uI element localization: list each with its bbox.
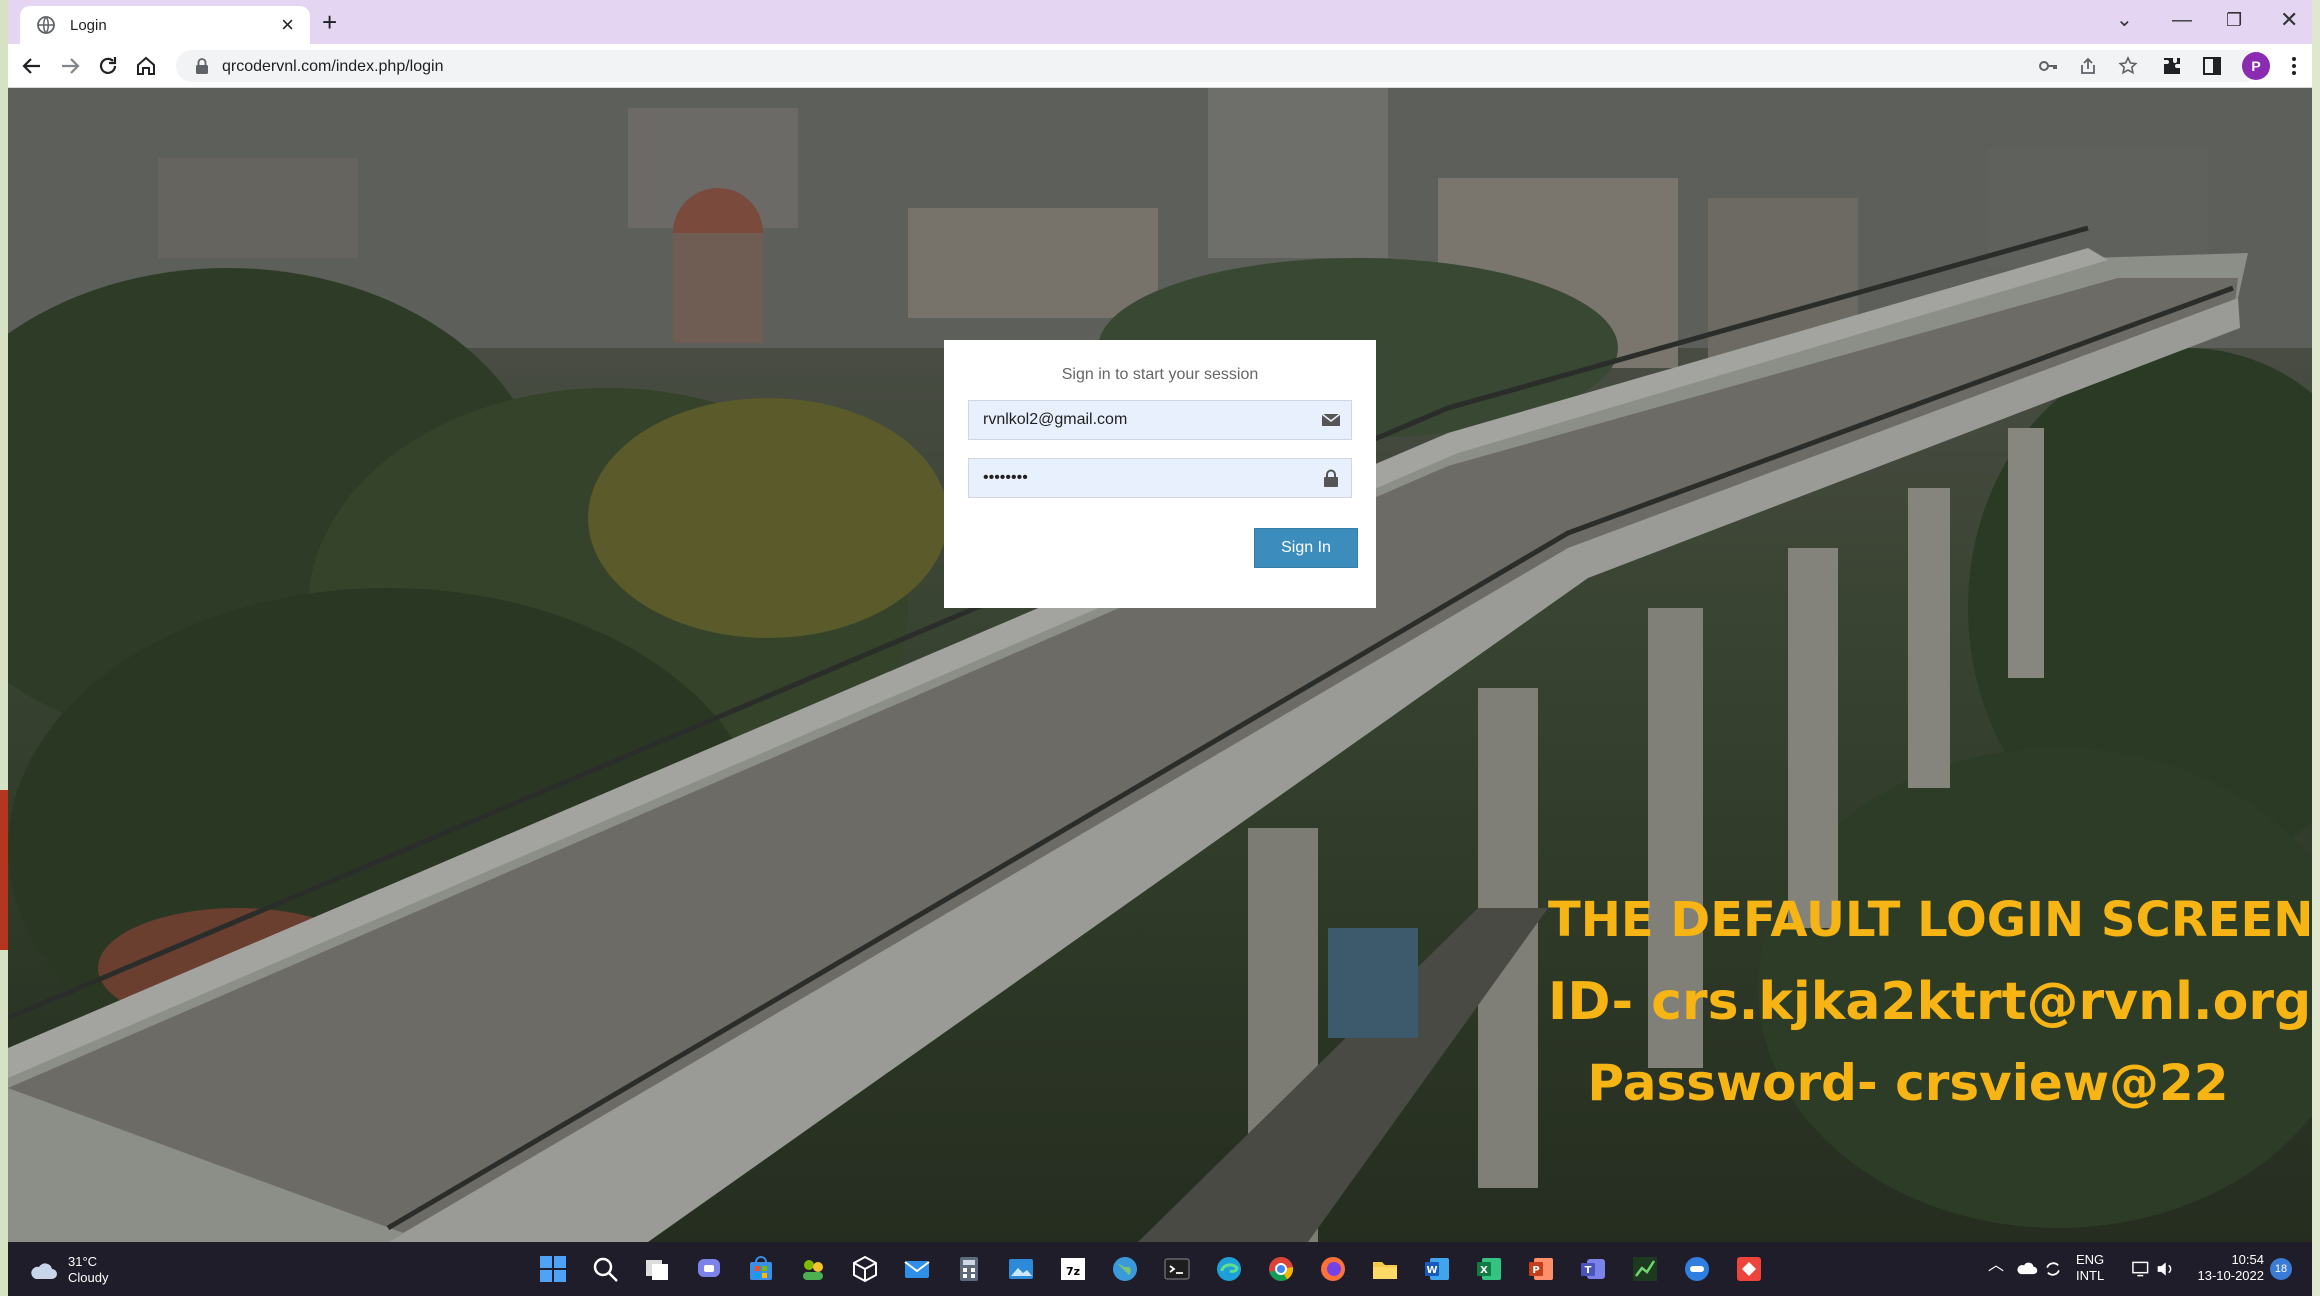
edge-browser-icon[interactable] xyxy=(1214,1254,1244,1284)
windows-taskbar: 31°C Cloudy 7z W X P T ︿ ENG INTL 10:54 … xyxy=(8,1242,2312,1296)
lock-icon xyxy=(1324,469,1338,487)
page-viewport: Sign in to start your session Sign In TH… xyxy=(8,88,2312,1242)
sync-icon[interactable] xyxy=(2042,1258,2064,1280)
weather-widget[interactable]: 31°C Cloudy xyxy=(28,1254,108,1286)
onedrive-cloud-icon[interactable] xyxy=(2016,1258,2038,1280)
side-panel-icon[interactable] xyxy=(2200,54,2224,78)
restore-button[interactable]: ❐ xyxy=(2226,8,2242,32)
powerpoint-icon[interactable]: P xyxy=(1526,1254,1556,1284)
word-icon[interactable]: W xyxy=(1422,1254,1452,1284)
show-hidden-icons-chevron-icon[interactable]: ︿ xyxy=(1988,1258,2004,1274)
cloud-icon xyxy=(31,1263,57,1279)
new-tab-button[interactable]: + xyxy=(322,9,337,35)
slide-edge-accent xyxy=(0,790,8,950)
slide-edge-left xyxy=(0,0,8,1296)
caption-line-title: THE DEFAULT LOGIN SCREEN xyxy=(1548,892,2312,948)
kebab-menu-icon[interactable] xyxy=(2282,54,2306,78)
bookmark-star-icon[interactable] xyxy=(2118,56,2138,76)
tab-close-icon[interactable]: × xyxy=(281,14,294,36)
excel-icon[interactable]: X xyxy=(1474,1254,1504,1284)
minimize-button[interactable]: — xyxy=(2172,8,2192,32)
file-explorer-icon[interactable] xyxy=(1370,1254,1400,1284)
app-people-icon[interactable] xyxy=(798,1254,828,1284)
mail-icon[interactable] xyxy=(902,1254,932,1284)
notification-badge[interactable]: 18 xyxy=(2270,1258,2292,1280)
language-indicator[interactable]: ENG INTL xyxy=(2076,1252,2104,1284)
windows-start-icon[interactable] xyxy=(538,1254,568,1284)
search-icon[interactable] xyxy=(590,1254,620,1284)
login-box-message: Sign in to start your session xyxy=(1061,366,1259,383)
share-icon[interactable] xyxy=(2078,56,2098,76)
network-display-icon[interactable] xyxy=(2130,1258,2152,1280)
weather-condition: Cloudy xyxy=(68,1270,109,1285)
svg-text:X: X xyxy=(1480,1265,1488,1276)
extensions-puzzle-icon[interactable] xyxy=(2160,54,2184,78)
teams-icon[interactable]: T xyxy=(1578,1254,1608,1284)
browser-tabstrip: Login × + ⌄ — ❐ ✕ xyxy=(8,0,2312,44)
app-cube-icon[interactable] xyxy=(850,1254,880,1284)
login-box: Sign in to start your session Sign In xyxy=(944,340,1376,608)
email-field[interactable] xyxy=(968,400,1352,440)
svg-text:T: T xyxy=(1585,1265,1592,1276)
weather-temperature: 31°C xyxy=(68,1254,98,1269)
microsoft-store-icon[interactable] xyxy=(746,1254,776,1284)
clock[interactable]: 10:54 13-10-2022 xyxy=(2188,1252,2265,1284)
calculator-icon[interactable] xyxy=(954,1254,984,1284)
address-bar[interactable]: qrcodervnl.com/index.php/login xyxy=(176,50,2260,82)
teams-chat-icon[interactable] xyxy=(694,1254,724,1284)
tab-title: Login xyxy=(70,16,107,34)
maps-globe-icon[interactable] xyxy=(1110,1254,1140,1284)
globe-icon xyxy=(37,16,55,34)
envelope-icon xyxy=(1321,413,1341,426)
task-view-icon[interactable] xyxy=(642,1254,672,1284)
tab-search-chevron-icon[interactable]: ⌄ xyxy=(2116,8,2133,32)
password-field[interactable] xyxy=(968,458,1352,498)
back-arrow-icon[interactable] xyxy=(20,54,44,78)
anydesk-icon[interactable] xyxy=(1734,1254,1764,1284)
svg-text:W: W xyxy=(1426,1265,1437,1276)
keyboard-layout: INTL xyxy=(2076,1268,2105,1283)
slide-edge-right xyxy=(2312,0,2320,1296)
profile-avatar[interactable]: P xyxy=(2242,52,2270,80)
clock-time: 10:54 xyxy=(2231,1252,2264,1267)
clock-date: 13-10-2022 xyxy=(2197,1268,2265,1283)
forward-arrow-icon[interactable] xyxy=(58,54,82,78)
terminal-icon[interactable] xyxy=(1162,1254,1192,1284)
firefox-icon[interactable] xyxy=(1318,1254,1348,1284)
lock-icon[interactable] xyxy=(194,57,210,75)
svg-text:P: P xyxy=(1532,1265,1539,1276)
chrome-browser-icon[interactable] xyxy=(1266,1254,1296,1284)
key-icon[interactable] xyxy=(2038,56,2058,76)
email-input[interactable] xyxy=(969,401,1309,439)
app-chart-icon[interactable] xyxy=(1630,1254,1660,1284)
password-input[interactable] xyxy=(969,459,1309,497)
url-text[interactable]: qrcodervnl.com/index.php/login xyxy=(222,58,443,76)
messaging-app-icon[interactable] xyxy=(1682,1254,1712,1284)
caption-line-id: ID- crs.kjka2ktrt@rvnl.org xyxy=(1548,972,2312,1032)
caption-line-password: Password- crsview@22 xyxy=(1587,1054,2229,1112)
photos-icon[interactable] xyxy=(1006,1254,1036,1284)
language-code: ENG xyxy=(2076,1252,2105,1267)
speaker-icon[interactable] xyxy=(2154,1258,2176,1280)
close-window-button[interactable]: ✕ xyxy=(2280,8,2298,32)
sign-in-button[interactable]: Sign In xyxy=(1254,528,1358,568)
7zip-icon[interactable]: 7z xyxy=(1058,1254,1088,1284)
home-icon[interactable] xyxy=(134,54,158,78)
browser-tab-login[interactable]: Login × xyxy=(20,6,310,44)
reload-icon[interactable] xyxy=(96,54,120,78)
browser-toolbar: qrcodervnl.com/index.php/login P xyxy=(8,44,2312,88)
svg-text:7z: 7z xyxy=(1066,1265,1080,1278)
